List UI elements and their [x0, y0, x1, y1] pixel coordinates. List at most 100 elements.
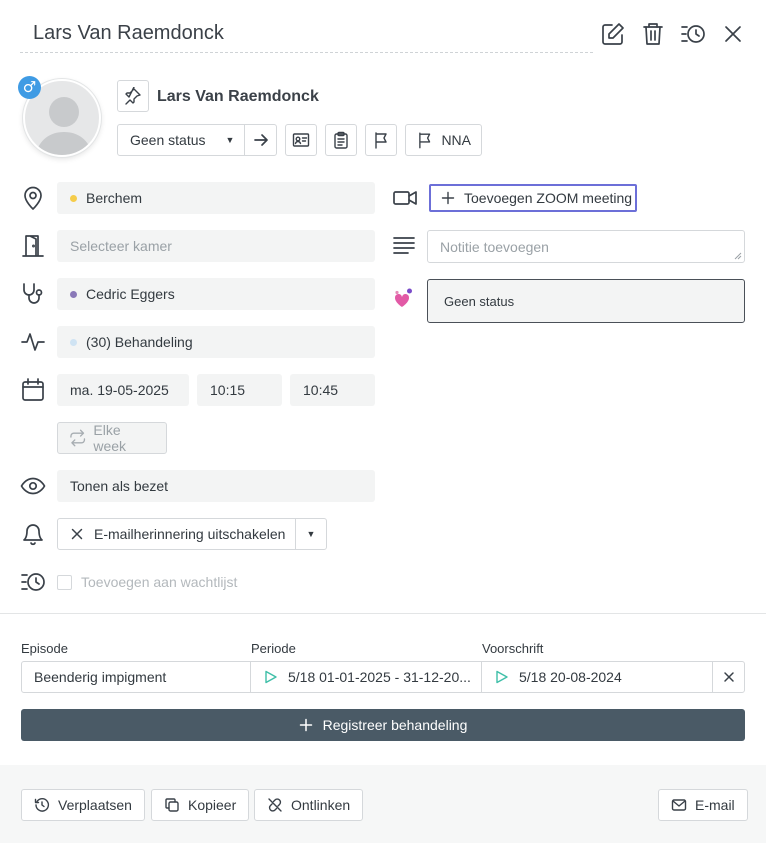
activity-icon [20, 329, 46, 355]
flag-button[interactable] [365, 124, 397, 156]
window-title: Lars Van Raemdonck [33, 22, 224, 44]
clipboard-icon [334, 131, 348, 149]
status-select[interactable]: Geen status ▼ [118, 125, 245, 155]
unlink-button[interactable]: Ontlinken [254, 789, 364, 821]
treatment-field[interactable]: (30) Behandeling [57, 326, 375, 358]
eye-icon [20, 473, 46, 499]
patient-name: Lars Van Raemdonck [157, 88, 319, 105]
close-icon [71, 528, 83, 540]
visibility-select[interactable]: Tonen als bezet [57, 470, 375, 502]
waitlist-history-icon [20, 569, 46, 595]
title-divider [20, 52, 593, 53]
add-zoom-label: Toevoegen ZOOM meeting [464, 190, 633, 206]
history-icon[interactable] [680, 21, 706, 47]
period-select[interactable]: 5/18 01-01-2025 - 31-12-20... [251, 662, 482, 692]
email-label: E-mail [695, 797, 735, 813]
status-select-label: Geen status [130, 132, 206, 148]
video-icon [392, 185, 418, 211]
pin-button[interactable] [117, 80, 149, 112]
status-next-button[interactable] [245, 132, 276, 148]
prescription-value: 5/18 20-08-2024 [519, 669, 622, 685]
room-select[interactable]: Selecteer kamer [57, 230, 375, 262]
episode-selector: Beenderig impigment 5/18 01-01-2025 - 31… [21, 661, 745, 693]
date-field[interactable]: ma. 19-05-2025 [57, 374, 189, 406]
location-field[interactable]: Berchem [57, 182, 375, 214]
reminder-dropdown[interactable]: ▼ [296, 529, 326, 539]
trash-icon[interactable] [640, 21, 666, 47]
episode-value: Beenderig impigment [34, 669, 167, 685]
episode-select[interactable]: Beenderig impigment [22, 662, 251, 692]
note-placeholder: Notitie toevoegen [440, 239, 549, 255]
unlink-label: Ontlinken [291, 797, 351, 813]
reminder-group: E-mailherinnering uitschakelen ▼ [57, 518, 327, 550]
location-icon [20, 185, 46, 211]
repeat-label: Elke week [93, 422, 127, 454]
play-icon [265, 670, 277, 684]
plus-icon [441, 191, 455, 205]
location-dot [70, 194, 77, 202]
treatment-dot [70, 338, 77, 346]
arrow-right-icon [253, 134, 268, 146]
period-label: Periode [251, 641, 296, 656]
move-button[interactable]: Verplaatsen [21, 789, 145, 821]
chevron-down-icon: ▼ [306, 529, 316, 539]
copy-label: Kopieer [188, 797, 237, 813]
door-icon [20, 233, 46, 259]
plus-icon [299, 718, 312, 732]
waitlist-checkbox[interactable] [57, 575, 72, 590]
end-time-field[interactable]: 10:45 [290, 374, 375, 406]
prescription-label: Voorschrift [482, 641, 544, 656]
period-value: 5/18 01-01-2025 - 31-12-20... [288, 669, 471, 685]
clipboard-button[interactable] [325, 124, 357, 156]
note-textarea[interactable]: Notitie toevoegen [427, 230, 745, 263]
start-time-field[interactable]: 10:15 [197, 374, 282, 406]
bell-icon [20, 521, 46, 547]
therapist-dot [70, 290, 77, 298]
play-icon [496, 670, 508, 684]
notes-icon [392, 233, 418, 259]
mail-icon [671, 799, 687, 811]
register-treatment-button[interactable]: Registreer behandeling [21, 709, 745, 741]
id-card-button[interactable] [285, 124, 317, 156]
room-placeholder: Selecteer kamer [70, 238, 172, 254]
clock-move-icon [34, 797, 50, 812]
chevron-down-icon: ▼ [225, 135, 235, 145]
move-label: Verplaatsen [58, 797, 132, 813]
resize-handle-icon[interactable] [734, 252, 742, 260]
episode-label: Episode [21, 641, 68, 656]
status-select-group: Geen status ▼ [117, 124, 277, 156]
treatment-value: (30) Behandeling [86, 334, 193, 350]
date-value: ma. 19-05-2025 [70, 382, 169, 398]
nna-flag-button[interactable]: NNA [405, 124, 482, 156]
location-value: Berchem [86, 190, 143, 206]
waitlist-label: Toevoegen aan wachtlijst [81, 574, 238, 590]
calendar-icon [20, 377, 46, 403]
start-time-value: 10:15 [210, 382, 246, 398]
prescription-select[interactable]: 5/18 20-08-2024 [482, 662, 713, 692]
nna-label: NNA [441, 132, 471, 148]
reminder-toggle-button[interactable]: E-mailherinnering uitschakelen [58, 519, 296, 549]
email-button[interactable]: E-mail [658, 789, 748, 821]
visibility-value: Tonen als bezet [70, 478, 169, 494]
copy-button[interactable]: Kopieer [151, 789, 250, 821]
unlink-icon [268, 798, 282, 812]
copy-icon [165, 798, 179, 812]
flag-icon [375, 132, 387, 149]
close-icon [723, 672, 734, 682]
pin-icon [125, 87, 141, 105]
hearts-icon [392, 287, 416, 311]
stethoscope-icon [20, 281, 46, 307]
therapist-value: Cedric Eggers [86, 286, 175, 302]
care-status-select[interactable]: Geen status [427, 279, 745, 323]
repeat-button[interactable]: Elke week [57, 422, 167, 454]
clear-episode-button[interactable] [713, 662, 744, 692]
gender-badge: ♂ [18, 76, 41, 99]
close-icon[interactable] [720, 21, 746, 47]
care-status-value: Geen status [444, 293, 515, 309]
add-zoom-button[interactable]: Toevoegen ZOOM meeting [429, 184, 637, 212]
flag-icon [419, 132, 431, 149]
therapist-field[interactable]: Cedric Eggers [57, 278, 375, 310]
id-card-icon [292, 133, 310, 147]
edit-icon[interactable] [600, 21, 626, 47]
section-divider [0, 613, 766, 614]
